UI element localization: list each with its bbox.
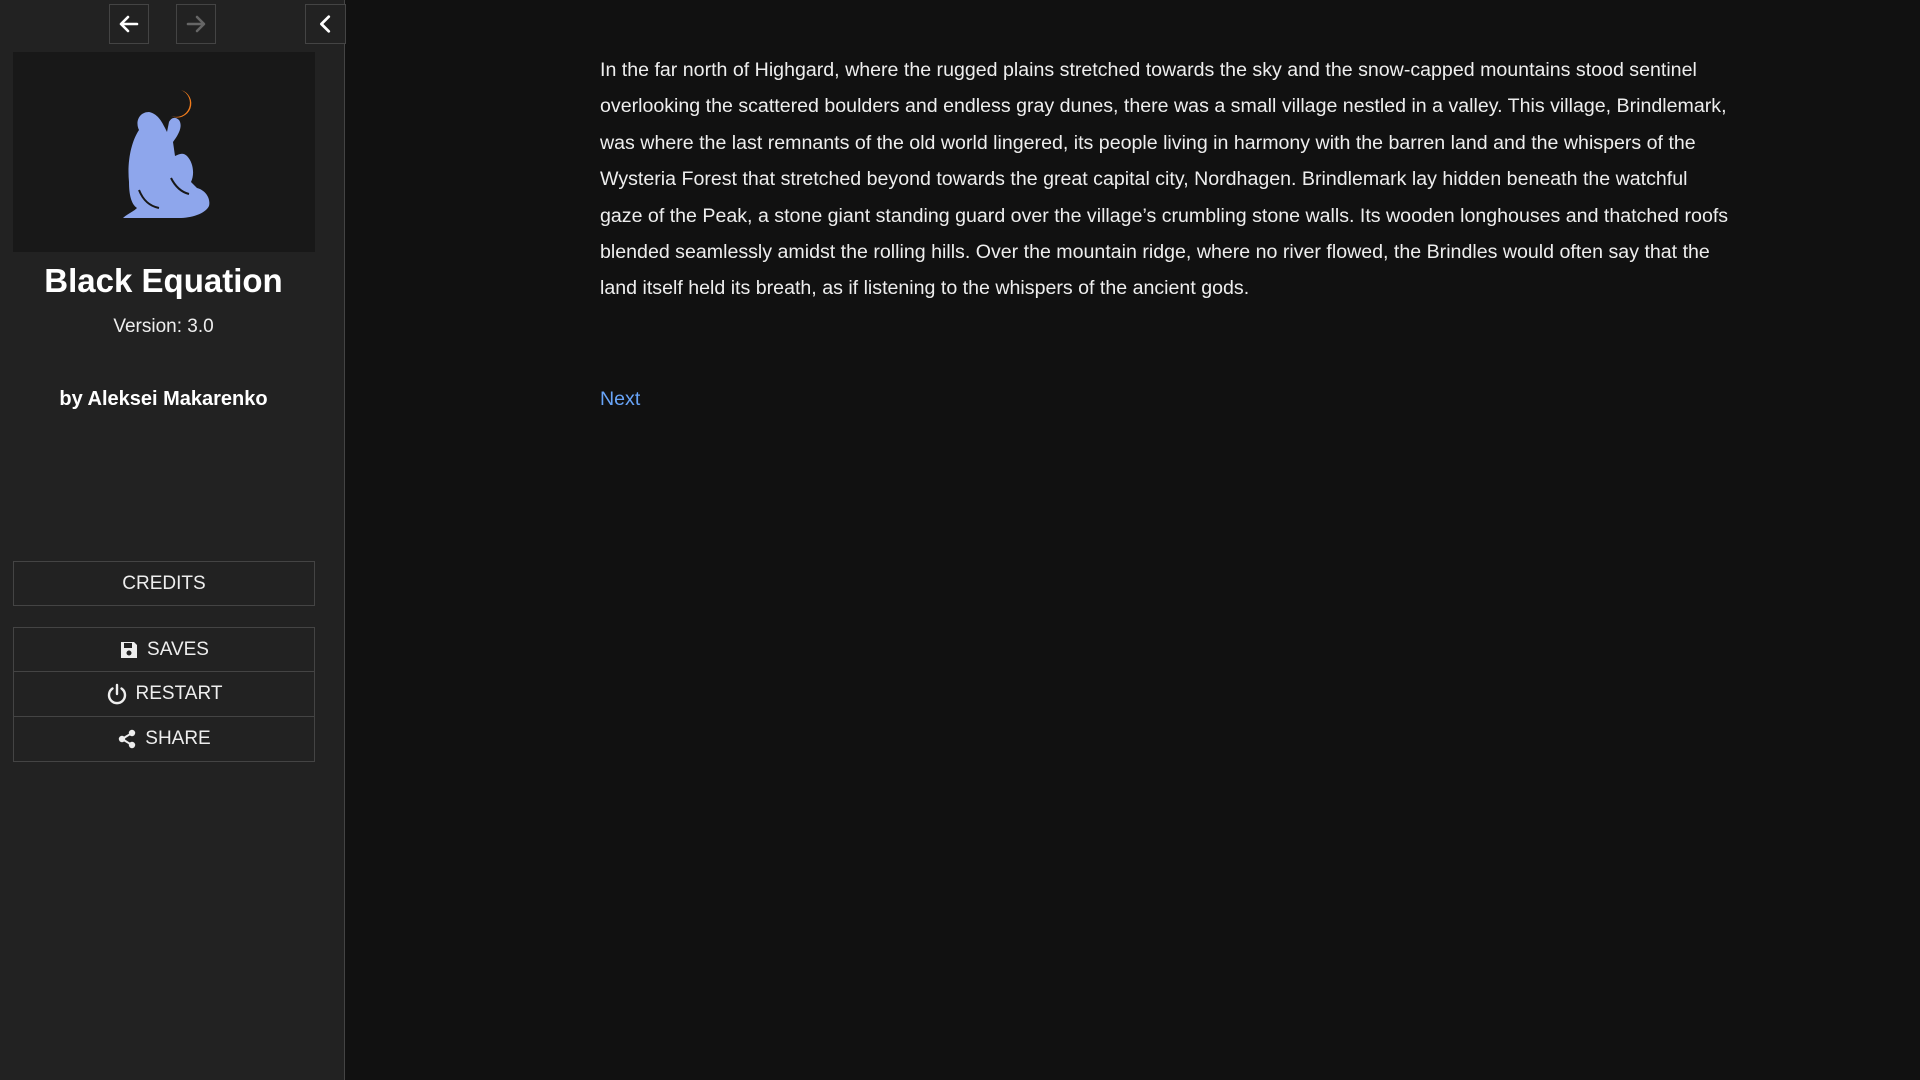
credits-label: CREDITS [122,572,206,594]
story-title: Black Equation [44,262,283,299]
saves-label: SAVES [147,638,209,660]
story-author: by Aleksei Makarenko [59,388,268,410]
chevron-left-icon [319,15,330,33]
share-button[interactable]: SHARE [13,717,315,762]
seated-figure-with-moon-icon [123,90,210,218]
credits-button[interactable]: CREDITS [13,561,315,606]
story-banner [13,52,315,252]
sidebar: Black Equation Version: 3.0 by Aleksei M… [0,0,346,1080]
story-version: Version: 3.0 [113,316,214,337]
passage-text: In the far north of Highgard, where the … [600,59,1729,300]
restart-label: RESTART [135,683,223,704]
saves-button[interactable]: SAVES [13,627,315,672]
history-forward-button[interactable] [176,4,216,44]
arrow-left-icon [119,15,139,33]
story-passage: In the far north of Highgard, where the … [600,52,1730,307]
next-link[interactable]: Next [600,381,640,417]
power-icon [107,683,126,705]
history-back-button[interactable] [109,4,149,44]
share-label: SHARE [145,728,211,749]
arrow-right-icon [186,15,206,33]
floppy-disk-icon [121,641,138,658]
sidebar-toggle-button[interactable] [305,4,346,44]
share-icon [119,729,136,749]
restart-button[interactable]: RESTART [13,672,315,717]
